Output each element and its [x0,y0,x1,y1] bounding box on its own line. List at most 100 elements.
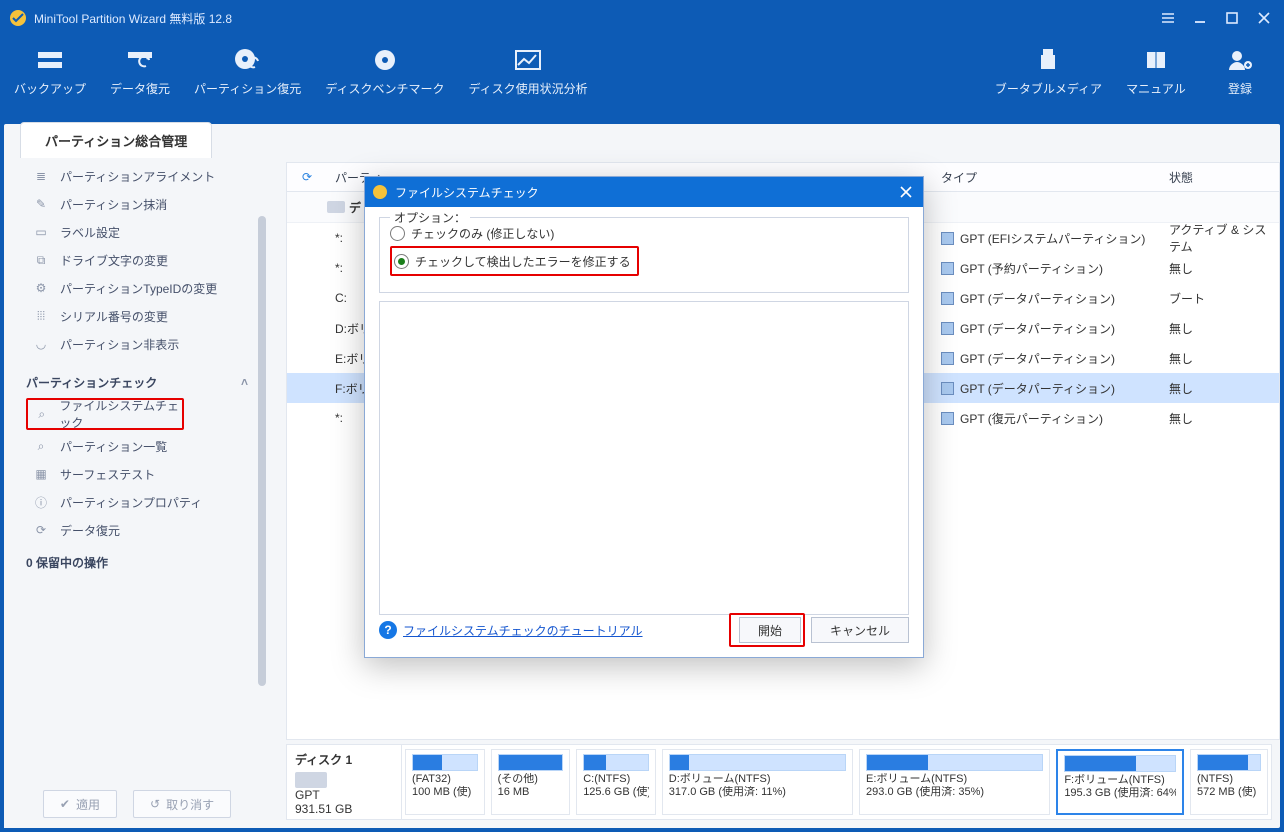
sidebar-group-check[interactable]: パーティションチェック˄ [4,368,270,396]
sidebar-item-label[interactable]: ▭ラベル設定 [4,218,270,246]
part-label: (その他) [498,773,564,786]
hdd-icon [327,201,349,213]
cell-status: 無し [1161,380,1279,397]
sidebar-item-hide[interactable]: ◡パーティション非表示 [4,330,270,358]
sidebar-item-surface[interactable]: ▦サーフェステスト [4,460,270,488]
tb-benchmark[interactable]: ディスクベンチマーク [317,38,452,103]
disk-partition[interactable]: (その他) 16 MB [491,749,571,815]
fscheck-dialog: ファイルシステムチェック オプション： チェックのみ (修正しない) チェックし… [364,176,924,658]
disk-name: ディスク 1 [295,751,393,768]
part-label: (NTFS) [1197,773,1261,786]
tb-backup[interactable]: バックアップ [6,38,94,103]
tb-data-recover[interactable]: データ復元 [102,38,178,103]
sidebar-item-label: ドライブ文字の変更 [60,252,168,269]
disk-partition[interactable]: F:ボリューム(NTFS) 195.3 GB (使用済: 64%) [1056,749,1184,815]
part-sub: 125.6 GB (使) [583,786,649,799]
radio-checked-icon [394,254,409,269]
minimize-button[interactable] [1188,6,1212,30]
cell-type: GPT (予約パーティション) [933,260,1161,277]
sidebar-item-typeid[interactable]: ⚙パーティションTypeIDの変更 [4,274,270,302]
sidebar-item-alignment[interactable]: ≣ パーティションアライメント [4,162,270,190]
sidebar-item-recover2[interactable]: ⟳ データ復元 [4,516,270,544]
radio-check-fix[interactable]: チェックして検出したエラーを修正する [394,250,631,272]
sidebar-item-fscheck[interactable]: ⌕ファイルシステムチェック [26,398,184,430]
start-button[interactable]: 開始 [739,617,801,643]
tb-partition-recover-label: パーティション復元 [194,80,301,97]
sidebar-scrollbar[interactable] [258,216,266,686]
cell-type: GPT (EFIシステムパーティション) [933,230,1161,247]
disk-partition[interactable]: D:ボリューム(NTFS) 317.0 GB (使用済: 11%) [662,749,853,815]
radio-icon [390,226,405,241]
tb-bootmedia[interactable]: ブータブルメディア [987,38,1110,103]
tb-manual[interactable]: マニュアル [1118,38,1194,103]
eye-off-icon: ◡ [32,335,50,353]
dialog-titlebar: ファイルシステムチェック [365,177,923,207]
disk-partition[interactable]: (NTFS) 572 MB (使) [1190,749,1268,815]
tb-benchmark-label: ディスクベンチマーク [325,80,444,97]
disk-partition[interactable]: (FAT32) 100 MB (使) [405,749,485,815]
gear-icon: ⚙ [32,279,50,297]
part-label: F:ボリューム(NTFS) [1064,774,1176,787]
radio-label: チェックして検出したエラーを修正する [415,253,631,270]
options-legend: オプション： [390,209,470,226]
drive-icon: ⧉ [32,251,50,269]
col-status[interactable]: 状態 [1161,169,1279,186]
app-window: MiniTool Partition Wizard 無料版 12.8 バックアッ… [0,0,1284,832]
part-label: (FAT32) [412,773,478,786]
part-sub: 293.0 GB (使用済: 35%) [866,786,1043,799]
tb-usage[interactable]: ディスク使用状況分析 [460,38,595,103]
sidebar-item-props[interactable]: ⓘパーティションプロパティ [4,488,270,516]
refresh-icon[interactable]: ⟳ [302,170,312,184]
menu-button[interactable] [1156,6,1180,30]
close-button[interactable] [1252,6,1276,30]
app-logo-icon [8,8,28,28]
backup-icon [34,46,66,74]
sidebar-item-label: データ復元 [60,522,120,539]
part-label: D:ボリューム(NTFS) [669,773,846,786]
help-icon[interactable]: ? [379,621,397,639]
align-icon: ≣ [32,167,50,185]
app-title: MiniTool Partition Wizard 無料版 12.8 [34,10,1148,27]
sidebar-item-drive-letter[interactable]: ⧉ ドライブ文字の変更 [4,246,270,274]
cell-status: 無し [1161,320,1279,337]
sidebar-item-wipe[interactable]: ✎パーティション抹消 [4,190,270,218]
search-doc-icon: ⌕ [34,405,49,423]
tb-manual-label: マニュアル [1126,80,1186,97]
refresh-icon: ⟳ [32,521,50,539]
user-plus-icon [1224,46,1256,74]
cell-type: GPT (データパーティション) [933,290,1161,307]
part-sub: 572 MB (使) [1197,786,1261,799]
tutorial-link[interactable]: ファイルシステムチェックのチュートリアル [403,622,643,639]
search-icon: ⌕ [32,437,50,455]
sidebar-item-serial[interactable]: ⦙⦙⦙シリアル番号の変更 [4,302,270,330]
cancel-button[interactable]: キャンセル [811,617,909,643]
benchmark-icon [369,46,401,74]
cell-status: ブート [1161,290,1279,307]
undo-button[interactable]: ↺ 取り消す [133,790,231,818]
disk-partition[interactable]: E:ボリューム(NTFS) 293.0 GB (使用済: 35%) [859,749,1050,815]
col-type[interactable]: タイプ [933,169,1161,186]
dialog-close-button[interactable] [895,181,917,203]
cell-type: GPT (データパーティション) [933,320,1161,337]
part-label: C:(NTFS) [583,773,649,786]
apply-button[interactable]: ✔ 適用 [43,790,117,818]
disk-info[interactable]: ディスク 1 GPT 931.51 GB [287,745,402,819]
tb-register[interactable]: 登録 [1202,38,1278,103]
disk-map: ディスク 1 GPT 931.51 GB (FAT32) 100 MB (使) … [286,744,1272,820]
maximize-button[interactable] [1220,6,1244,30]
dialog-logo-icon [371,183,389,201]
disk-scheme: GPT [295,788,393,802]
sidebar-item-label: パーティションアライメント [60,168,215,185]
tb-partition-recover[interactable]: パーティション復元 [186,38,309,103]
sidebar-item-explore[interactable]: ⌕パーティション一覧 [4,432,270,460]
title-bar: MiniTool Partition Wizard 無料版 12.8 [0,0,1284,36]
cell-status: 無し [1161,410,1279,427]
eraser-icon: ✎ [32,195,50,213]
tabs: パーティション総合管理 [20,122,212,158]
partition-recover-icon [232,46,264,74]
usb-icon [1032,46,1064,74]
cell-type: GPT (データパーティション) [933,380,1161,397]
tab-partition-mgmt[interactable]: パーティション総合管理 [20,122,212,158]
cell-type: GPT (データパーティション) [933,350,1161,367]
disk-partition[interactable]: C:(NTFS) 125.6 GB (使) [576,749,656,815]
